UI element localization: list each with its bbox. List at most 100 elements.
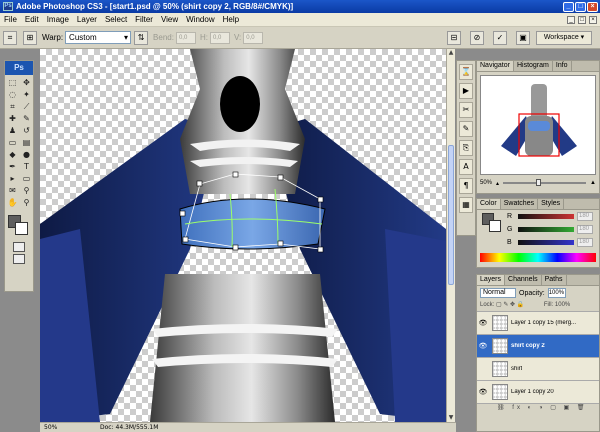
tab-color[interactable]: Color bbox=[477, 199, 501, 209]
commit-transform-icon[interactable]: ✓ bbox=[493, 30, 507, 45]
switch-mode-icon[interactable]: ⊟ bbox=[447, 30, 461, 45]
marquee-tool-icon[interactable]: ⬚ bbox=[6, 77, 19, 88]
menu-filter[interactable]: Filter bbox=[131, 15, 157, 24]
green-slider[interactable] bbox=[518, 227, 574, 232]
magic-wand-tool-icon[interactable]: ✦ bbox=[20, 89, 33, 100]
tab-info[interactable]: Info bbox=[553, 61, 572, 71]
tab-channels[interactable]: Channels bbox=[505, 275, 542, 285]
tab-paths[interactable]: Paths bbox=[542, 275, 567, 285]
doc-restore-button[interactable]: □ bbox=[578, 15, 586, 24]
layer-row[interactable]: 👁 Layer 1 copy 20 bbox=[477, 380, 599, 403]
zoom-out-icon[interactable]: ▴ bbox=[496, 180, 499, 187]
menu-view[interactable]: View bbox=[157, 15, 182, 24]
color-swatches[interactable] bbox=[5, 213, 33, 239]
crop-tool-icon[interactable]: ⌗ bbox=[6, 101, 19, 112]
hand-tool-icon[interactable]: ✋ bbox=[6, 197, 19, 208]
document-canvas[interactable] bbox=[40, 49, 446, 422]
menu-layer[interactable]: Layer bbox=[73, 15, 101, 24]
warp-orientation-icon[interactable]: ⇅ bbox=[134, 30, 149, 45]
navigator-preview[interactable] bbox=[480, 75, 596, 175]
notes-tool-icon[interactable]: ✉ bbox=[6, 185, 19, 196]
navigator-zoom-slider[interactable] bbox=[503, 179, 587, 186]
warp-tool-icon[interactable]: ⌗ bbox=[3, 30, 17, 45]
fill-field[interactable]: 100% bbox=[555, 302, 570, 308]
close-button[interactable]: × bbox=[587, 1, 598, 12]
doc-minimize-button[interactable]: _ bbox=[567, 15, 575, 24]
navigator-zoom[interactable]: 50% bbox=[480, 180, 492, 186]
blue-value[interactable]: 180 bbox=[577, 238, 593, 247]
lasso-tool-icon[interactable]: ◌ bbox=[6, 89, 19, 100]
history-brush-icon[interactable]: ↺ bbox=[20, 125, 33, 136]
background-color[interactable] bbox=[15, 222, 28, 235]
bridge-icon[interactable]: ▣ bbox=[516, 30, 530, 45]
clone-source-icon[interactable]: ⎘ bbox=[459, 140, 473, 156]
eraser-tool-icon[interactable]: ▭ bbox=[6, 137, 19, 148]
status-zoom[interactable]: 50% bbox=[40, 424, 80, 431]
path-select-tool-icon[interactable]: ▸ bbox=[6, 173, 19, 184]
blur-tool-icon[interactable]: ◆ bbox=[6, 149, 19, 160]
pen-tool-icon[interactable]: ✒ bbox=[6, 161, 19, 172]
doc-close-button[interactable]: × bbox=[589, 15, 597, 24]
scroll-up-icon[interactable]: ▲ bbox=[447, 49, 455, 57]
menu-help[interactable]: Help bbox=[219, 15, 243, 24]
workspace-button[interactable]: Workspace ▾ bbox=[536, 30, 592, 45]
history-panel-icon[interactable]: ⌛ bbox=[459, 64, 473, 80]
tab-histogram[interactable]: Histogram bbox=[514, 61, 553, 71]
blue-slider[interactable] bbox=[518, 240, 574, 245]
quick-mask-icon[interactable] bbox=[13, 242, 25, 252]
layers-footer-icons[interactable]: ⛓ fx ◐ ◑ ▢ ▣ 🗑 bbox=[477, 403, 599, 413]
zoom-tool-icon[interactable]: ⚲ bbox=[20, 197, 33, 208]
character-panel-icon[interactable]: A bbox=[459, 159, 473, 175]
tool-presets-icon[interactable]: ✂ bbox=[459, 102, 473, 118]
tab-navigator[interactable]: Navigator bbox=[477, 61, 514, 71]
visibility-eye-icon[interactable]: 👁 bbox=[477, 342, 489, 350]
eyedropper-tool-icon[interactable]: ⚲ bbox=[20, 185, 33, 196]
reference-point-icon[interactable]: ⊞ bbox=[23, 30, 37, 45]
actions-panel-icon[interactable]: ▶ bbox=[459, 83, 473, 99]
visibility-eye-icon[interactable]: 👁 bbox=[477, 388, 489, 396]
warp-style-select[interactable]: Custom bbox=[65, 31, 132, 44]
menu-edit[interactable]: Edit bbox=[21, 15, 43, 24]
red-slider[interactable] bbox=[518, 214, 574, 219]
menu-file[interactable]: File bbox=[0, 15, 21, 24]
layer-row-active[interactable]: 👁 shirt copy 2 bbox=[477, 334, 599, 357]
layer-row[interactable]: shirt bbox=[477, 357, 599, 380]
tab-layers[interactable]: Layers bbox=[477, 275, 506, 285]
layer-row[interactable]: 👁 Layer 1 copy 15 (merg... bbox=[477, 311, 599, 334]
slice-tool-icon[interactable]: ⟋ bbox=[20, 101, 33, 112]
move-tool-icon[interactable]: ✥ bbox=[20, 77, 33, 88]
bend-field[interactable]: 0,0 bbox=[175, 31, 196, 44]
h-distortion-field[interactable]: 0,0 bbox=[209, 31, 230, 44]
green-value[interactable]: 180 bbox=[577, 225, 593, 234]
cancel-transform-icon[interactable]: ⊘ bbox=[470, 30, 484, 45]
color-spectrum[interactable] bbox=[480, 253, 596, 262]
gradient-tool-icon[interactable]: ▤ bbox=[20, 137, 33, 148]
minimize-button[interactable]: _ bbox=[563, 1, 574, 12]
red-value[interactable]: 180 bbox=[577, 212, 593, 221]
shape-tool-icon[interactable]: ▭ bbox=[20, 173, 33, 184]
menu-window[interactable]: Window bbox=[182, 15, 218, 24]
healing-brush-icon[interactable]: ✚ bbox=[6, 113, 19, 124]
opacity-field[interactable]: 100% bbox=[547, 288, 566, 298]
visibility-eye-icon[interactable]: 👁 bbox=[477, 319, 489, 327]
zoom-in-icon[interactable]: ▲ bbox=[590, 180, 596, 186]
lock-icons[interactable]: ▢ ✎ ✥ 🔒 bbox=[496, 302, 524, 308]
paragraph-panel-icon[interactable]: ¶ bbox=[459, 178, 473, 194]
brush-tool-icon[interactable]: ✎ bbox=[20, 113, 33, 124]
menu-select[interactable]: Select bbox=[101, 15, 131, 24]
canvas-vertical-scrollbar[interactable]: ▲ ▼ bbox=[446, 49, 455, 422]
v-distortion-field[interactable]: 0,0 bbox=[243, 31, 264, 44]
type-tool-icon[interactable]: T bbox=[20, 161, 33, 172]
tab-swatches[interactable]: Swatches bbox=[501, 199, 539, 209]
dodge-tool-icon[interactable]: ● bbox=[20, 149, 33, 160]
maximize-button[interactable]: □ bbox=[575, 1, 586, 12]
layer-comps-icon[interactable]: ▦ bbox=[459, 197, 473, 213]
tab-styles[interactable]: Styles bbox=[538, 199, 565, 209]
scroll-thumb[interactable] bbox=[448, 145, 454, 285]
menu-image[interactable]: Image bbox=[43, 15, 73, 24]
color-background-swatch[interactable] bbox=[489, 220, 501, 232]
brushes-panel-icon[interactable]: ✎ bbox=[459, 121, 473, 137]
stamp-tool-icon[interactable]: ♟ bbox=[6, 125, 19, 136]
scroll-down-icon[interactable]: ▼ bbox=[447, 414, 455, 422]
screen-mode-icon[interactable] bbox=[13, 254, 25, 264]
